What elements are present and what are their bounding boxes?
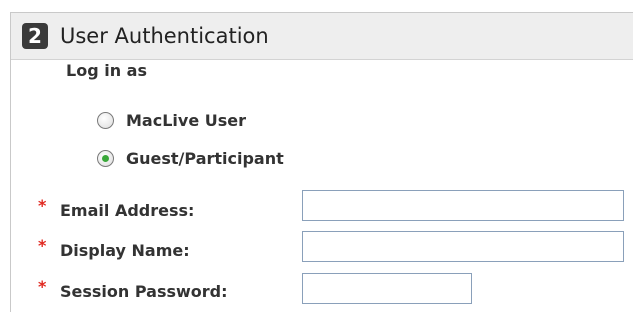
required-asterisk: * (38, 236, 47, 255)
radio-option-maclive-user[interactable]: MacLive User (97, 107, 246, 133)
session-password-label: Session Password: (60, 282, 228, 301)
display-name-input[interactable] (302, 231, 624, 262)
display-name-label: Display Name: (60, 241, 190, 260)
radio-label-guest-participant[interactable]: Guest/Participant (126, 149, 284, 168)
email-address-input[interactable] (302, 190, 624, 221)
radio-option-guest-participant[interactable]: Guest/Participant (97, 145, 284, 171)
radio-button-maclive-user[interactable] (97, 111, 114, 129)
session-password-input[interactable] (302, 273, 472, 304)
required-asterisk: * (38, 196, 47, 215)
step-number-badge: 2 (22, 23, 48, 49)
email-address-label: Email Address: (60, 201, 195, 220)
login-as-label: Log in as (66, 61, 147, 80)
radio-label-maclive-user[interactable]: MacLive User (126, 111, 246, 130)
section-header: 2 User Authentication (11, 13, 633, 60)
required-asterisk: * (38, 277, 47, 296)
section-title: User Authentication (60, 24, 269, 48)
radio-button-guest-participant[interactable] (97, 149, 114, 167)
